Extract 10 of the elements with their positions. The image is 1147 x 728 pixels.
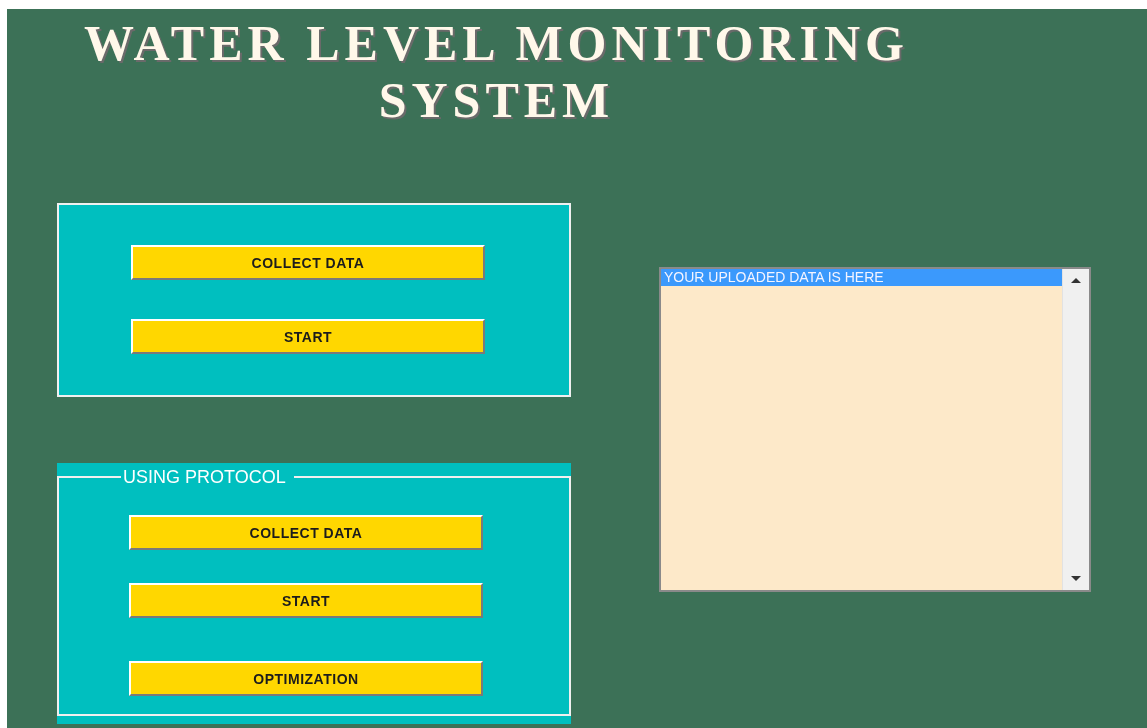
app-title: WATER LEVEL MONITORING SYSTEM <box>83 15 910 129</box>
panel-title: USING PROTOCOL <box>122 467 287 487</box>
scroll-down-icon[interactable] <box>1071 576 1081 581</box>
action-button[interactable]: START <box>129 583 483 618</box>
action-button[interactable]: OPTIMIZATION <box>129 661 483 696</box>
action-button[interactable]: START <box>131 319 485 354</box>
scrollbar[interactable] <box>1062 269 1089 590</box>
action-button[interactable]: COLLECT DATA <box>131 245 485 280</box>
scroll-up-icon[interactable] <box>1071 278 1081 283</box>
action-button[interactable]: COLLECT DATA <box>129 515 483 550</box>
